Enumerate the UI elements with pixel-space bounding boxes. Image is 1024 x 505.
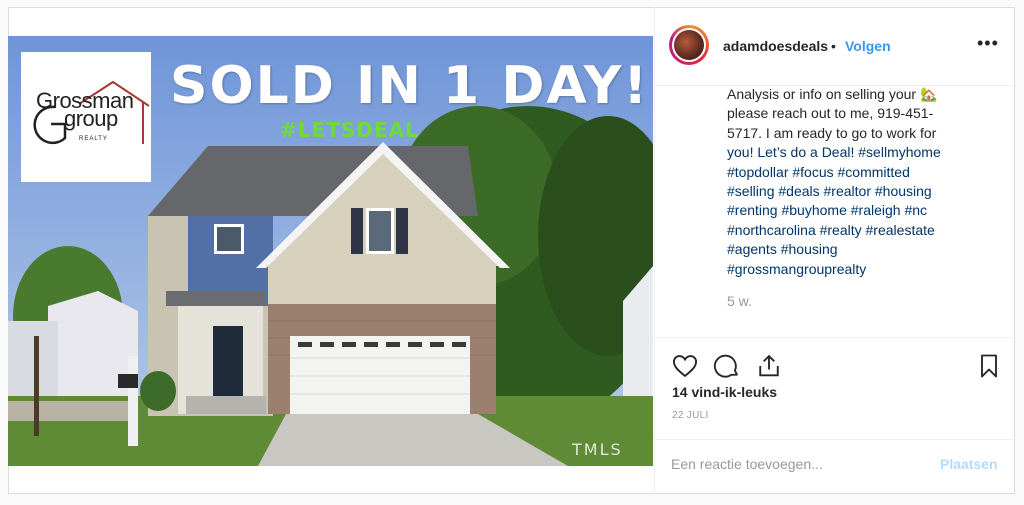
separator-dot: •	[831, 38, 836, 54]
post-header: adamdoesdeals • Volgen •••	[655, 7, 1016, 86]
caption-hashtags[interactable]: #topdollar #focus #committed	[727, 163, 985, 182]
caption-line: 5717. I am ready to go to work for	[727, 124, 937, 141]
caption-hashtags[interactable]: #selling #deals #realtor #housing	[727, 182, 985, 201]
caption-line: you! Let’s do a Deal! #sellmyhome	[727, 144, 941, 161]
avatar[interactable]	[669, 25, 709, 65]
username-link[interactable]: adamdoesdeals	[723, 38, 828, 54]
sold-headline: SOLD IN 1 DAY!	[170, 56, 650, 116]
post-actions: 14 vind-ik-leuks 22 JULI	[655, 337, 1016, 448]
likes-count[interactable]: 14 vind-ik-leuks	[672, 384, 777, 400]
bookmark-icon[interactable]	[975, 352, 1003, 380]
comment-bubble-icon[interactable]	[713, 352, 741, 380]
caption-hashtags[interactable]: #grossmangrouprealty	[727, 260, 985, 279]
comment-bar: Plaatsen	[655, 439, 1016, 494]
caption-line: Analysis or info on selling your 🏡	[727, 86, 938, 102]
letsdeal-overlay: #LETSDEAL	[280, 118, 419, 142]
logo-text-group: group	[64, 106, 118, 131]
follow-button[interactable]: Volgen	[845, 38, 891, 54]
comment-input[interactable]	[671, 456, 921, 472]
caption-hashtags[interactable]: #northcarolina #realty #realestate	[727, 221, 985, 240]
like-heart-icon[interactable]	[671, 352, 699, 380]
mls-watermark: TMLS	[572, 440, 623, 459]
avatar-photo	[674, 30, 704, 60]
post-caption: Analysis or info on selling your 🏡 pleas…	[727, 85, 985, 279]
more-options-icon[interactable]: •••	[977, 33, 999, 54]
logo-text-realty: REALTY	[79, 136, 108, 142]
caption-hashtags[interactable]: #agents #housing	[727, 240, 985, 259]
post-date[interactable]: 22 JULI	[672, 410, 709, 421]
caption-line: please reach out to me, 919-451-	[727, 105, 934, 122]
post-image[interactable]: Grossman group REALTY SOLD IN 1 DAY! #LE…	[8, 36, 653, 466]
caption-hashtags[interactable]: #renting #buyhome #raleigh #nc	[727, 201, 985, 220]
comment-time-ago[interactable]: 5 w.	[727, 293, 752, 309]
post-comment-button[interactable]: Plaatsen	[940, 456, 998, 472]
share-icon[interactable]	[755, 352, 783, 380]
post-side-panel: adamdoesdeals • Volgen ••• Analysis or i…	[654, 7, 1016, 494]
